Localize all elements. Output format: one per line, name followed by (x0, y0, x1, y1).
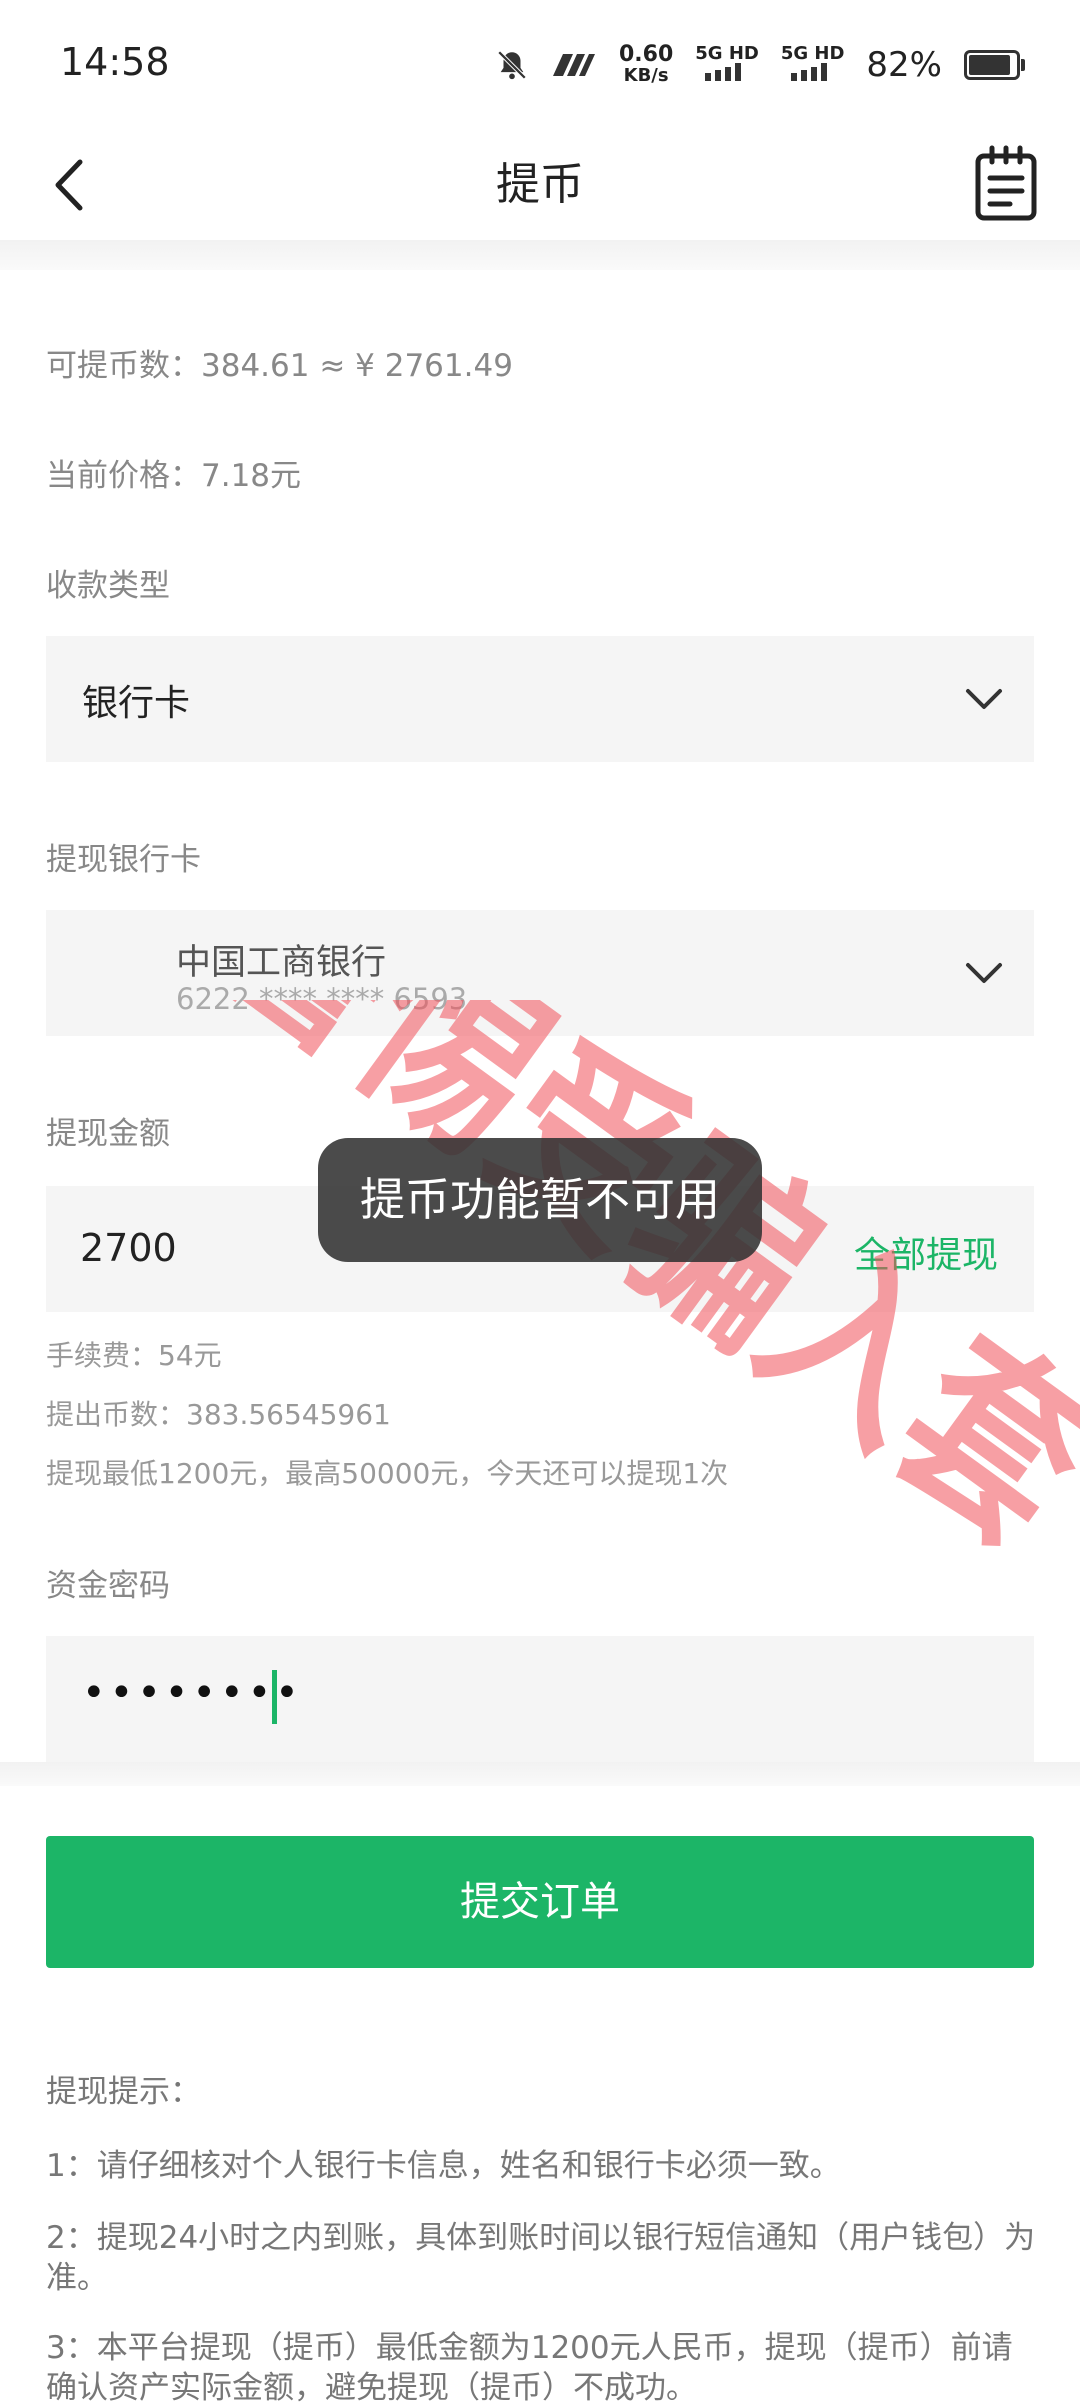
coins-out-text: 提出币数：383.56545961 (46, 1398, 391, 1431)
bank-card-select[interactable]: 中国工商银行 6222 **** **** 6593 (46, 910, 1034, 1036)
tip-item-3: 3：本平台提现（提币）最低金额为1200元人民币，提现（提币）前请确认资产实际金… (46, 2330, 1013, 2406)
toast-message: 提币功能暂不可用 (318, 1138, 762, 1262)
amount-label: 提现金额 (46, 1116, 170, 1152)
tip-item-1: 1：请仔细核对个人银行卡信息，姓名和银行卡必须一致。 (46, 2148, 841, 2184)
receive-type-select[interactable]: 银行卡 (46, 636, 1034, 762)
fee-text: 手续费：54元 (46, 1339, 222, 1372)
limits-text: 提现最低1200元，最高50000元，今天还可以提现1次 (46, 1457, 729, 1490)
status-bar: 14:58 0.60 KB/s 5G HD 5G HD 82% (0, 0, 1080, 130)
password-field[interactable]: •••••••• (46, 1636, 1034, 1762)
sim2-signal: 5G HD (781, 44, 844, 85)
current-price: 当前价格：7.18元 (46, 458, 302, 494)
header-divider (0, 240, 1080, 270)
password-label: 资金密码 (46, 1568, 170, 1604)
app-header: 提币 (0, 130, 1080, 240)
withdraw-all-button[interactable]: 全部提现 (854, 1226, 998, 1278)
chevron-left-icon (55, 159, 83, 211)
signal-icon (705, 63, 742, 81)
bank-card-number: 6222 **** **** 6593 (176, 982, 468, 1016)
amount-input[interactable]: 2700 (80, 1226, 177, 1270)
submit-order-button[interactable]: 提交订单 (46, 1836, 1034, 1968)
bank-card-label: 提现银行卡 (46, 842, 201, 878)
tip-item-2: 2：提现24小时之内到账，具体到账时间以银行短信通知（用户钱包）为准。 (46, 2220, 1036, 2296)
net-speed: 0.60 KB/s (618, 42, 674, 86)
signal-icon (790, 63, 827, 81)
mute-bell-icon (497, 50, 527, 79)
bank-name: 中国工商银行 (176, 943, 387, 983)
receive-type-label: 收款类型 (46, 568, 170, 604)
tips-heading: 提现提示： (46, 2074, 201, 2110)
status-icons: 0.60 KB/s 5G HD 5G HD 82% (495, 42, 1025, 86)
nfc-icon (552, 53, 595, 76)
withdrawable-amount: 可提币数：384.61 ≈ ¥ 2761.49 (46, 348, 513, 384)
form-divider (0, 1762, 1080, 1786)
chevron-down-icon (966, 689, 1002, 709)
receive-type-value: 银行卡 (82, 683, 191, 724)
chevron-down-icon (966, 963, 1002, 983)
battery-percent: 82% (866, 44, 942, 85)
text-cursor (272, 1670, 277, 1724)
battery-icon (964, 49, 1025, 80)
back-button[interactable] (40, 150, 110, 220)
records-button[interactable] (970, 144, 1042, 224)
sim1-signal: 5G HD (695, 44, 759, 85)
password-input[interactable]: •••••••• (82, 1670, 303, 1716)
notepad-icon (975, 145, 1037, 221)
status-time: 14:58 (60, 40, 170, 84)
page-title: 提币 (496, 159, 584, 210)
